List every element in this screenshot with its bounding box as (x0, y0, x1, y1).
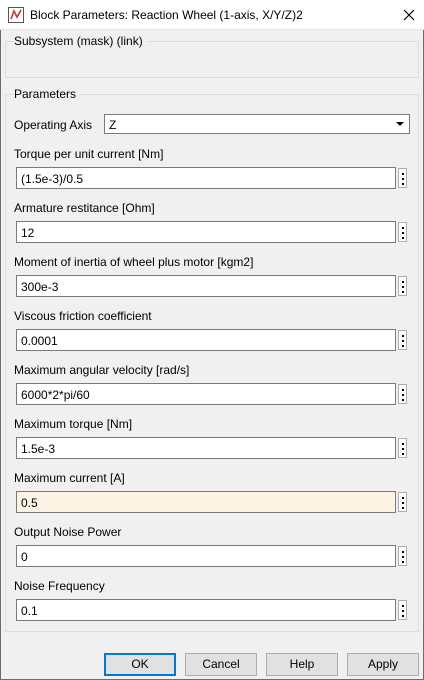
more-options-button[interactable] (398, 492, 407, 512)
field-label-torque-per-unit-current: Torque per unit current [Nm] (14, 147, 164, 161)
subsystem-label: Subsystem (mask) (link) (14, 34, 147, 48)
apply-button[interactable]: Apply (347, 653, 419, 676)
field-input-max-current[interactable]: 0.5 (16, 491, 396, 513)
cancel-button[interactable]: Cancel (185, 653, 257, 676)
field-input-noise-frequency[interactable]: 0.1 (16, 599, 396, 621)
subsystem-group: Subsystem (mask) (link) (5, 34, 419, 78)
operating-axis-select[interactable]: Z (104, 114, 410, 134)
more-options-button[interactable] (398, 168, 407, 188)
field-input-viscous-friction[interactable]: 0.0001 (16, 329, 396, 351)
field-label-moment-of-inertia: Moment of inertia of wheel plus motor [k… (14, 255, 254, 269)
field-label-max-current: Maximum current [A] (14, 471, 125, 485)
more-options-button[interactable] (398, 438, 407, 458)
close-button[interactable] (394, 0, 424, 30)
parameters-group-label: Parameters (14, 87, 81, 101)
more-options-button[interactable] (398, 276, 407, 296)
more-options-button[interactable] (398, 546, 407, 566)
chevron-down-icon (396, 122, 404, 126)
window-title: Block Parameters: Reaction Wheel (1-axis… (30, 8, 303, 22)
title-bar: Block Parameters: Reaction Wheel (1-axis… (0, 0, 424, 30)
field-input-output-noise-power[interactable]: 0 (16, 545, 396, 567)
help-button[interactable]: Help (266, 653, 338, 676)
field-label-armature-resistance: Armature restitance [Ohm] (14, 201, 155, 215)
field-label-output-noise-power: Output Noise Power (14, 525, 122, 539)
close-icon (403, 9, 415, 21)
field-input-torque-per-unit-current[interactable]: (1.5e-3)/0.5 (16, 167, 396, 189)
more-options-button[interactable] (398, 384, 407, 404)
operating-axis-label: Operating Axis (14, 118, 93, 132)
more-options-button[interactable] (398, 330, 407, 350)
field-label-max-angular-velocity: Maximum angular velocity [rad/s] (14, 363, 190, 377)
more-options-button[interactable] (398, 222, 407, 242)
simulink-app-icon (8, 7, 24, 23)
field-input-max-angular-velocity[interactable]: 6000*2*pi/60 (16, 383, 396, 405)
field-input-armature-resistance[interactable]: 12 (16, 221, 396, 243)
field-input-max-torque[interactable]: 1.5e-3 (16, 437, 396, 459)
field-label-max-torque: Maximum torque [Nm] (14, 417, 133, 431)
field-label-noise-frequency: Noise Frequency (14, 579, 105, 593)
more-options-button[interactable] (398, 600, 407, 620)
field-label-viscous-friction: Viscous friction coefficient (14, 309, 152, 323)
ok-button[interactable]: OK (104, 653, 176, 676)
field-input-moment-of-inertia[interactable]: 300e-3 (16, 275, 396, 297)
operating-axis-value: Z (109, 118, 117, 132)
